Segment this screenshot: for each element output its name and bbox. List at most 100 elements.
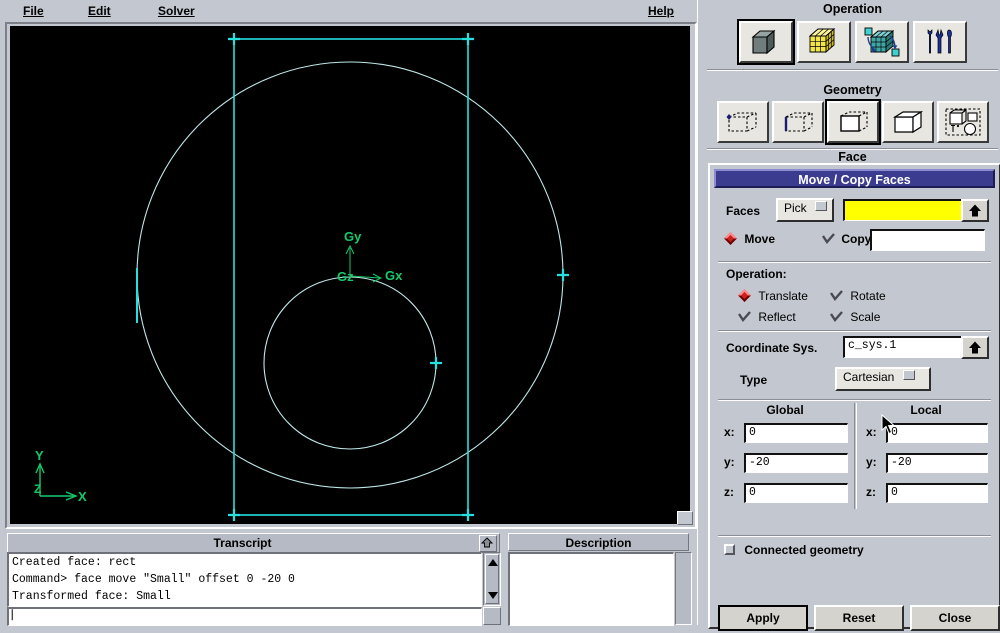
description-title: Description	[508, 533, 689, 551]
menu-item-help[interactable]: Help	[645, 3, 677, 19]
menu-item-edit-label: Edit	[88, 4, 111, 18]
geometry-title: Geometry	[823, 83, 882, 97]
operation-button-mesh[interactable]	[796, 21, 851, 63]
global-z-input[interactable]: 0	[744, 483, 848, 503]
radio-scale[interactable]: Scale	[830, 310, 880, 324]
local-x-input[interactable]: 0	[886, 423, 988, 443]
menu-item-solver[interactable]: Solver	[155, 3, 198, 19]
move-radio[interactable]: Move	[724, 232, 775, 246]
operation-options-label: Operation:	[726, 267, 787, 281]
type-row: Type Cartesian	[718, 367, 991, 393]
geometry-button-volume[interactable]	[881, 101, 934, 143]
copy-radio[interactable]: Copy	[822, 232, 871, 246]
radio-rotate[interactable]: Rotate	[830, 289, 886, 303]
faces-row: Faces Pick	[718, 198, 991, 224]
svg-text:X: X	[78, 489, 87, 504]
text-caret: ⎸	[12, 610, 23, 622]
faces-label: Faces	[726, 204, 761, 218]
faces-pick-dropdown[interactable]: Pick	[776, 198, 834, 222]
global-x-input[interactable]: 0	[744, 423, 848, 443]
graphics-resize-handle[interactable]	[677, 511, 693, 525]
transcript-collapse-button[interactable]	[479, 535, 497, 552]
global-z-label: z:	[724, 485, 734, 499]
geometry-button-group[interactable]	[936, 101, 989, 143]
radio-reflect[interactable]: Reflect	[738, 310, 796, 324]
local-y-input[interactable]: -20	[886, 453, 988, 473]
tools-icon	[927, 28, 952, 54]
coordinate-sys-up-arrow-button[interactable]	[961, 336, 989, 359]
global-y-input[interactable]: -20	[744, 453, 848, 473]
coordinates-column-divider	[854, 403, 857, 509]
geometry-button-face[interactable]	[824, 99, 881, 145]
transcript-input-side-button[interactable]	[483, 607, 501, 625]
group-icon	[944, 108, 981, 136]
geometry-button-vertex[interactable]	[716, 101, 769, 143]
svg-text:Z: Z	[34, 482, 41, 496]
type-value: Cartesian	[843, 370, 895, 384]
yellow-mesh-cube-icon	[808, 28, 835, 53]
dialog-divider-3	[718, 399, 991, 401]
right-command-panel: Operation Geometry Face Move / Copy Face…	[705, 0, 1000, 631]
faces-up-arrow-button[interactable]	[961, 199, 989, 222]
coordinate-sys-label: Coordinate Sys.	[726, 341, 818, 355]
local-x-label: x:	[866, 425, 877, 439]
type-label: Type	[740, 373, 768, 387]
dialog-divider-2	[718, 330, 991, 332]
transcript-pane: Transcript Created face: rect Command> f…	[5, 531, 502, 626]
reset-button[interactable]: Reset	[814, 605, 904, 631]
description-scrollbar[interactable]	[675, 552, 692, 625]
chevron-down-icon	[815, 201, 828, 211]
faces-input[interactable]	[843, 199, 969, 221]
type-dropdown[interactable]: Cartesian	[835, 367, 931, 391]
local-y-label: y:	[866, 455, 877, 469]
connected-geometry-checkbox-row[interactable]: Connected geometry	[724, 543, 864, 557]
operation-button-tools[interactable]	[912, 21, 967, 63]
global-header: Global	[766, 403, 804, 417]
left-pane: File Edit Solver Help Gy Gz Gx Y Z X Tra…	[0, 0, 697, 626]
geometry-canvas[interactable]: Gy Gz Gx Y Z X	[10, 26, 690, 524]
transcript-line: Transformed face: Small	[12, 590, 171, 603]
dialog-divider-4	[718, 535, 991, 537]
faces-pick-label: Pick	[784, 201, 807, 215]
svg-text:Y: Y	[35, 448, 44, 463]
menu-item-edit[interactable]: Edit	[85, 3, 114, 19]
local-header: Local	[910, 403, 942, 417]
copy-count-input[interactable]	[870, 229, 985, 251]
graphics-viewport[interactable]: Gy Gz Gx Y Z X	[10, 26, 690, 524]
transcript-scrollbar[interactable]	[483, 552, 501, 606]
menu-item-solver-label: Solver	[158, 4, 195, 18]
move-label: Move	[744, 232, 776, 246]
gambit-application-window: File Edit Solver Help Gy Gz Gx Y Z X Tra…	[0, 0, 1000, 631]
edge-icon	[784, 112, 813, 132]
radio-scale-label: Scale	[850, 310, 881, 324]
up-arrow-icon	[480, 537, 494, 548]
menu-item-file[interactable]: File	[20, 3, 47, 19]
copy-label: Copy	[841, 232, 872, 246]
local-z-input[interactable]: 0	[886, 483, 988, 503]
chevron-down-icon	[902, 370, 915, 380]
close-button[interactable]: Close	[910, 605, 1000, 631]
global-y-label: y:	[724, 455, 735, 469]
transcript-output[interactable]: Created face: rect Command> face move "S…	[7, 552, 482, 607]
operation-section: Operation	[705, 2, 1000, 71]
geometry-button-edge[interactable]	[771, 101, 824, 143]
transcript-command-input[interactable]: ⎸	[7, 607, 482, 626]
scroll-up-icon	[488, 559, 498, 566]
radio-translate[interactable]: Translate	[738, 289, 808, 303]
vertex-icon	[726, 112, 757, 132]
apply-button[interactable]: Apply	[718, 605, 808, 631]
connected-geometry-checkbox[interactable]	[724, 544, 735, 555]
transcript-line: Command> face move "Small" offset 0 -20 …	[12, 573, 295, 586]
gray-cube-icon	[751, 29, 775, 55]
coordinate-sys-input[interactable]: c_sys.1	[843, 336, 969, 358]
operation-button-zones[interactable]	[854, 21, 909, 63]
radio-selected-icon	[738, 289, 751, 302]
operation-button-geometry[interactable]	[736, 19, 795, 65]
radio-unselected-icon	[830, 289, 843, 302]
svg-text:Gx: Gx	[385, 268, 403, 283]
radio-translate-label: Translate	[758, 289, 808, 303]
operation-divider	[707, 69, 998, 71]
dialog-title: Move / Copy Faces	[714, 169, 995, 188]
transcript-scrollbar-thumb[interactable]	[485, 554, 499, 604]
face-section: Face	[705, 150, 1000, 164]
